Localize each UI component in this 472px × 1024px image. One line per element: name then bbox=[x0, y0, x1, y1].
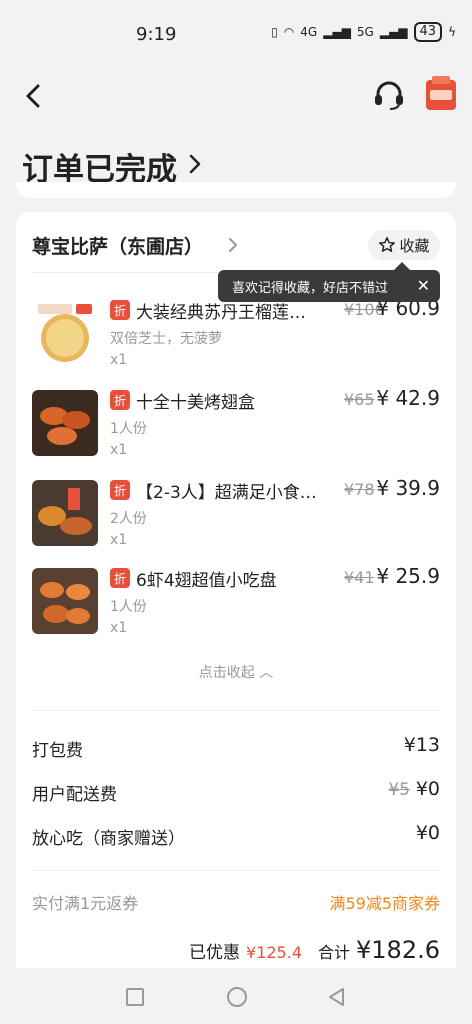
system-back-icon[interactable] bbox=[326, 986, 346, 1008]
order-item[interactable]: 折 十全十美烤翅盒 1人份 x1 ¥65 ¥ 42.9 bbox=[32, 386, 440, 470]
close-icon[interactable]: ✕ bbox=[417, 276, 430, 295]
item-thumbnail-wings bbox=[32, 390, 98, 456]
signal-icon: ▂▄▆ bbox=[323, 25, 351, 39]
item-qty: x1 bbox=[110, 620, 128, 636]
fee-label: 打包费 bbox=[32, 741, 83, 761]
fee-value: ¥13 bbox=[403, 734, 440, 756]
fee-original-value: ¥5 bbox=[388, 780, 410, 800]
store-name[interactable]: 尊宝比萨（东圃店） bbox=[32, 232, 203, 259]
item-original-price: ¥41 bbox=[344, 568, 375, 587]
coupon-label: 实付满1元返券 bbox=[32, 894, 139, 913]
item-qty: x1 bbox=[110, 532, 128, 548]
store-chevron-icon[interactable] bbox=[226, 236, 240, 254]
system-navigation-bar bbox=[0, 968, 472, 1024]
order-card: 尊宝比萨（东圃店） 收藏 喜欢记得收藏，好店不错过 ✕ 折 大装经典苏丹王榴莲…… bbox=[16, 212, 456, 972]
discount-badge: 折 bbox=[110, 480, 130, 500]
item-name: 6虾4翅超值小吃盘 bbox=[136, 571, 277, 591]
coupon-value[interactable]: 满59减5商家券 bbox=[329, 890, 440, 914]
wifi-icon: ◠ bbox=[283, 25, 295, 39]
item-original-price: ¥78 bbox=[344, 480, 375, 499]
signal-icon-2: ▂▄▆ bbox=[379, 25, 408, 39]
promo-icon[interactable] bbox=[424, 74, 458, 114]
discount-badge: 折 bbox=[110, 568, 130, 588]
charging-icon: ϟ bbox=[448, 25, 456, 39]
discount-badge: 折 bbox=[110, 300, 130, 320]
chevron-right-icon[interactable] bbox=[186, 152, 204, 176]
total-row: 已优惠 ¥125.4 合计 ¥182.6 bbox=[189, 936, 440, 964]
network-label-5g: 5G bbox=[356, 25, 374, 39]
discount-badge: 折 bbox=[110, 390, 130, 410]
fee-label: 放心吃（商家赠送） bbox=[32, 829, 185, 849]
item-qty: x1 bbox=[110, 442, 128, 458]
order-item[interactable]: 折 6虾4翅超值小吃盘 1人份 x1 ¥41 ¥ 25.9 bbox=[32, 564, 440, 648]
fee-value: ¥0 bbox=[415, 822, 440, 844]
recent-apps-icon[interactable] bbox=[126, 988, 144, 1006]
collapse-button[interactable]: 点击收起 ︿ bbox=[16, 662, 456, 682]
item-price: ¥ 25.9 bbox=[376, 564, 440, 588]
divider bbox=[32, 870, 440, 871]
item-price: ¥ 39.9 bbox=[376, 476, 440, 500]
divider bbox=[32, 710, 440, 711]
fee-row-delivery: 用户配送费 ¥5 ¥0 bbox=[32, 778, 440, 808]
fee-label: 用户配送费 bbox=[32, 785, 117, 805]
item-name: 十全十美烤翅盒 bbox=[136, 393, 255, 413]
tooltip-text: 喜欢记得收藏，好店不错过 bbox=[232, 280, 389, 296]
item-thumbnail-shrimp-wings bbox=[32, 568, 98, 634]
star-icon bbox=[379, 237, 396, 253]
saved-value: ¥125.4 bbox=[246, 943, 302, 962]
fee-row-assurance: 放心吃（商家赠送） ¥0 bbox=[32, 822, 440, 852]
saved-label: 已优惠 bbox=[189, 943, 241, 963]
item-spec: 1人份 bbox=[110, 421, 147, 437]
favorite-label: 收藏 bbox=[399, 236, 430, 255]
battery-icon: 43 bbox=[413, 22, 443, 42]
favorite-tooltip: 喜欢记得收藏，好店不错过 ✕ bbox=[218, 262, 440, 302]
nav-bar bbox=[0, 68, 472, 124]
item-price: ¥ 42.9 bbox=[376, 386, 440, 410]
item-original-price: ¥65 bbox=[344, 390, 375, 409]
network-label: 4G bbox=[300, 25, 318, 39]
previous-card-edge bbox=[16, 182, 456, 198]
item-spec: 双倍芝士，无菠萝 bbox=[110, 331, 222, 347]
item-qty: x1 bbox=[110, 352, 128, 368]
vibrate-icon: ▯ bbox=[271, 25, 278, 39]
total-label: 合计 bbox=[318, 943, 351, 962]
headset-icon[interactable] bbox=[372, 78, 406, 112]
fee-row-packing: 打包费 ¥13 bbox=[32, 734, 440, 764]
item-spec: 1人份 bbox=[110, 599, 147, 615]
item-spec: 2人份 bbox=[110, 511, 147, 527]
status-icons: ▯ ◠ 4G ▂▄▆ 5G ▂▄▆ 43 ϟ bbox=[271, 22, 456, 42]
order-item[interactable]: 折 大装经典苏丹王榴莲… 双倍芝士，无菠萝 x1 ¥106 ¥ 60.9 bbox=[32, 296, 440, 380]
order-item[interactable]: 折 【2-3人】超满足小食… 2人份 x1 ¥78 ¥ 39.9 bbox=[32, 476, 440, 560]
status-time: 9:19 bbox=[136, 24, 177, 45]
total-value: ¥182.6 bbox=[356, 936, 440, 964]
favorite-button[interactable]: 收藏 bbox=[368, 230, 440, 260]
status-bar: 9:19 ▯ ◠ 4G ▂▄▆ 5G ▂▄▆ 43 ϟ bbox=[0, 0, 472, 68]
item-name: 【2-3人】超满足小食… bbox=[136, 483, 317, 503]
fee-value: ¥0 bbox=[415, 778, 440, 800]
item-thumbnail-pizza bbox=[32, 300, 98, 366]
item-thumbnail-snack-platter bbox=[32, 480, 98, 546]
back-icon[interactable] bbox=[18, 78, 50, 114]
home-icon[interactable] bbox=[227, 987, 247, 1007]
